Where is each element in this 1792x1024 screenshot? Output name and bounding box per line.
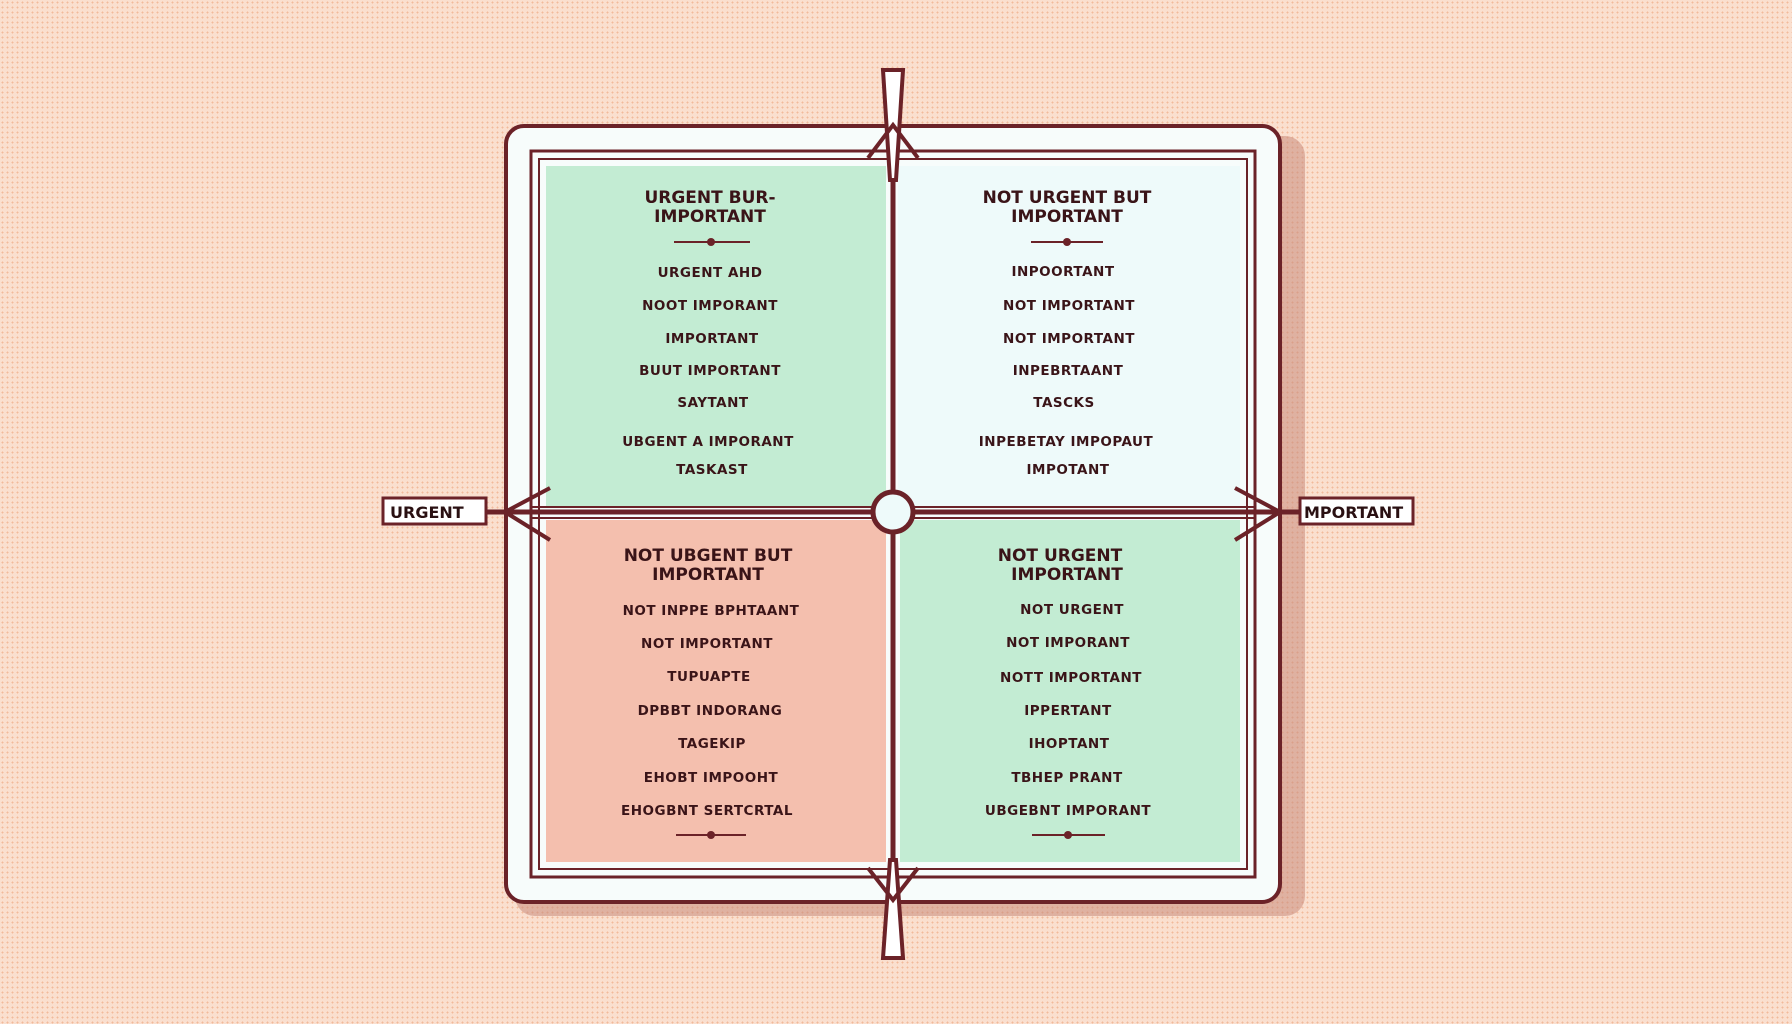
quadrant-title: IMPORTANT [652,565,764,585]
task-item: EHOGBNT SERTCRTAL [621,803,793,819]
divider-dot [1063,238,1071,246]
task-item: INPEBETAY IMPOPAUT [979,434,1154,450]
center-circle [870,489,916,535]
task-item: NOT URGENT [1020,602,1124,618]
task-item: NOT IMPORANT [1006,635,1130,651]
task-item: IHOPTANT [1029,736,1110,752]
quadrant-title: IMPORTANT [1011,565,1123,585]
divider-dot [707,831,715,839]
task-item: DPBBT INDORANG [638,703,783,719]
task-item: TASKAST [676,462,748,478]
task-item: URGENT AHD [658,265,763,281]
task-item: IPPERTANT [1024,703,1112,719]
quadrant-title: IMPORTANT [1011,207,1123,227]
quadrant-title: NOT URGENT [998,546,1123,566]
important-axis-label: MPORTANT [1304,503,1403,522]
task-item: TUPUAPTE [667,669,750,685]
task-item: NOT INPPE BPHTAANT [623,603,800,619]
quadrant-title: NOT URGENT BUT [983,188,1152,208]
quadrant-title: IMPORTANT [654,207,766,227]
task-item: SAYTANT [677,395,749,411]
divider-dot [1064,831,1072,839]
task-item: INPOORTANT [1011,264,1114,280]
task-item: NOT IMPORTANT [1003,331,1135,347]
task-item: IMPORTANT [665,331,759,347]
divider-dot [707,238,715,246]
task-item: EHOBT IMPOOHT [644,770,779,786]
quadrant-title: NOT UBGENT BUT [624,546,793,566]
quadrant-title: URGENT BUR- [644,188,775,208]
task-item: TAGEKIP [678,736,746,752]
task-item: BUUT IMPORTANT [639,363,781,379]
task-item: NOT IMPORTANT [641,636,773,652]
task-item: IMPOTANT [1027,462,1110,478]
task-item: NOT IMPORTANT [1003,298,1135,314]
task-item: TASCKS [1033,395,1094,411]
task-item: NOOT IMPORANT [642,298,778,314]
task-item: INPEBRTAANT [1013,363,1124,379]
task-item: NOTT IMPORTANT [1000,670,1142,686]
task-item: UBGENT A IMPORANT [622,434,794,450]
task-item: TBHEP PRANT [1011,770,1123,786]
eisenhower-matrix: URGENT MPORTANT URGENT BUR- IMPORTANT UR… [381,68,1415,960]
task-item: UBGEBNT IMPORANT [985,803,1152,819]
urgent-axis-label: URGENT [390,503,464,522]
